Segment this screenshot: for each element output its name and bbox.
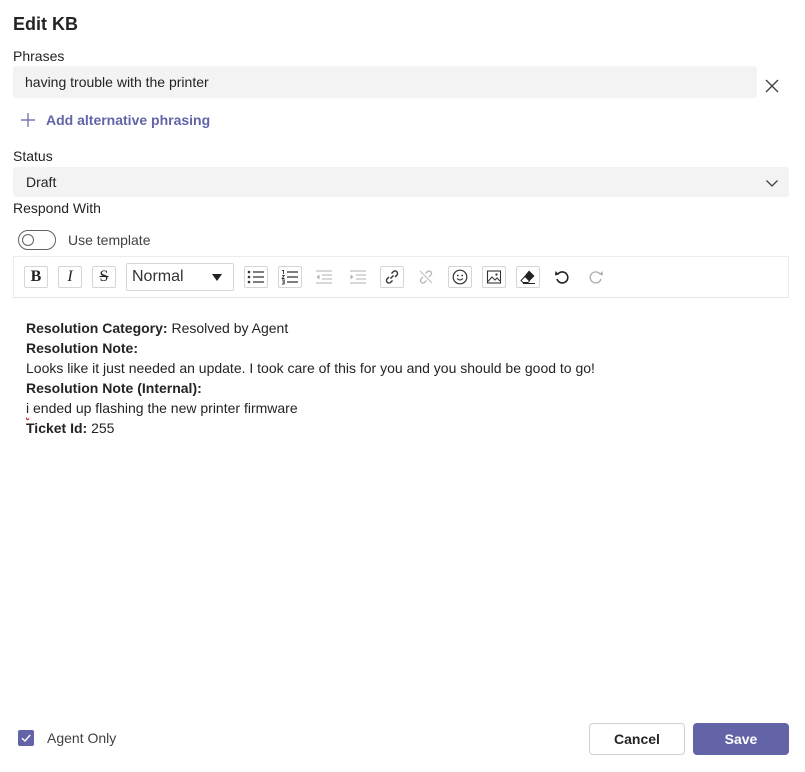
bold-button[interactable]: B [24, 266, 48, 288]
chevron-down-icon [766, 180, 778, 187]
toggle-knob [22, 234, 34, 246]
resolution-note-internal-text: ended up flashing the new printer firmwa… [29, 400, 298, 416]
increase-indent-button[interactable] [346, 266, 370, 288]
agent-only-checkbox[interactable] [18, 730, 34, 746]
numbered-list-button[interactable] [278, 266, 302, 288]
bulleted-list-button[interactable] [244, 266, 268, 288]
editor-toolbar: B I S Normal [13, 256, 789, 298]
redo-icon [589, 271, 603, 284]
ticket-id-line: Ticket Id: 255 [26, 418, 786, 438]
ticket-id-label: Ticket Id: [26, 420, 88, 436]
use-template-toggle[interactable] [18, 230, 56, 250]
image-icon [486, 270, 502, 284]
resolution-category-value: Resolved by Agent [167, 320, 289, 336]
use-template-row: Use template [18, 230, 150, 250]
strikethrough-button[interactable]: S [92, 266, 116, 288]
close-icon [765, 79, 779, 93]
numbered-list-icon [281, 270, 298, 285]
plus-icon [21, 113, 35, 127]
resolution-note-internal-label-line: Resolution Note (Internal): [26, 378, 786, 398]
respond-with-label: Respond With [13, 200, 101, 216]
caret-down-icon [212, 274, 222, 281]
unlink-icon [419, 270, 433, 284]
emoji-button[interactable] [448, 266, 472, 288]
remove-link-button[interactable] [414, 266, 438, 288]
resolution-note-label: Resolution Note: [26, 340, 138, 356]
resolution-category-label: Resolution Category: [26, 320, 168, 336]
italic-button[interactable]: I [58, 266, 82, 288]
cancel-button[interactable]: Cancel [589, 723, 685, 755]
decrease-indent-button[interactable] [312, 266, 336, 288]
resolution-note-label-line: Resolution Note: [26, 338, 786, 358]
status-dropdown[interactable]: Draft [13, 167, 789, 197]
status-selected-value: Draft [26, 174, 57, 190]
use-template-label: Use template [68, 232, 151, 248]
strikethrough-icon: S [99, 268, 109, 285]
redo-button[interactable] [584, 266, 608, 288]
italic-icon: I [67, 268, 73, 285]
resolution-note-internal-label: Resolution Note (Internal): [26, 380, 202, 396]
link-icon [385, 270, 399, 284]
checkmark-icon [21, 734, 31, 743]
remove-phrase-button[interactable] [764, 78, 780, 94]
agent-only-label: Agent Only [47, 730, 117, 746]
add-alternative-phrasing-button[interactable]: Add alternative phrasing [20, 112, 210, 128]
resolution-category-line: Resolution Category: Resolved by Agent [26, 318, 786, 338]
save-button[interactable]: Save [693, 723, 789, 755]
ticket-id-value: 255 [87, 420, 115, 436]
emoji-icon [452, 269, 468, 285]
format-selected-value: Normal [132, 268, 184, 285]
increase-indent-icon [350, 270, 366, 284]
bold-icon: B [30, 268, 42, 285]
bulleted-list-icon [247, 270, 264, 284]
resolution-note-value: Looks like it just needed an update. I t… [26, 360, 595, 376]
phrase-input[interactable]: having trouble with the printer [13, 66, 757, 98]
eraser-icon [520, 270, 535, 284]
insert-image-button[interactable] [482, 266, 506, 288]
dialog-title: Edit KB [13, 14, 78, 34]
decrease-indent-icon [316, 270, 332, 284]
add-alternative-phrasing-label: Add alternative phrasing [46, 112, 211, 128]
agent-only-checkbox-row[interactable]: Agent Only [18, 730, 116, 746]
format-select[interactable]: Normal [126, 263, 234, 291]
phrases-label: Phrases [13, 48, 65, 64]
undo-button[interactable] [550, 266, 574, 288]
insert-link-button[interactable] [380, 266, 404, 288]
clear-formatting-button[interactable] [516, 266, 540, 288]
undo-icon [555, 271, 569, 284]
response-editor[interactable]: Resolution Category: Resolved by Agent R… [26, 318, 786, 438]
status-label: Status [13, 148, 53, 164]
resolution-note-internal-value: i ended up flashing the new printer firm… [26, 398, 786, 418]
